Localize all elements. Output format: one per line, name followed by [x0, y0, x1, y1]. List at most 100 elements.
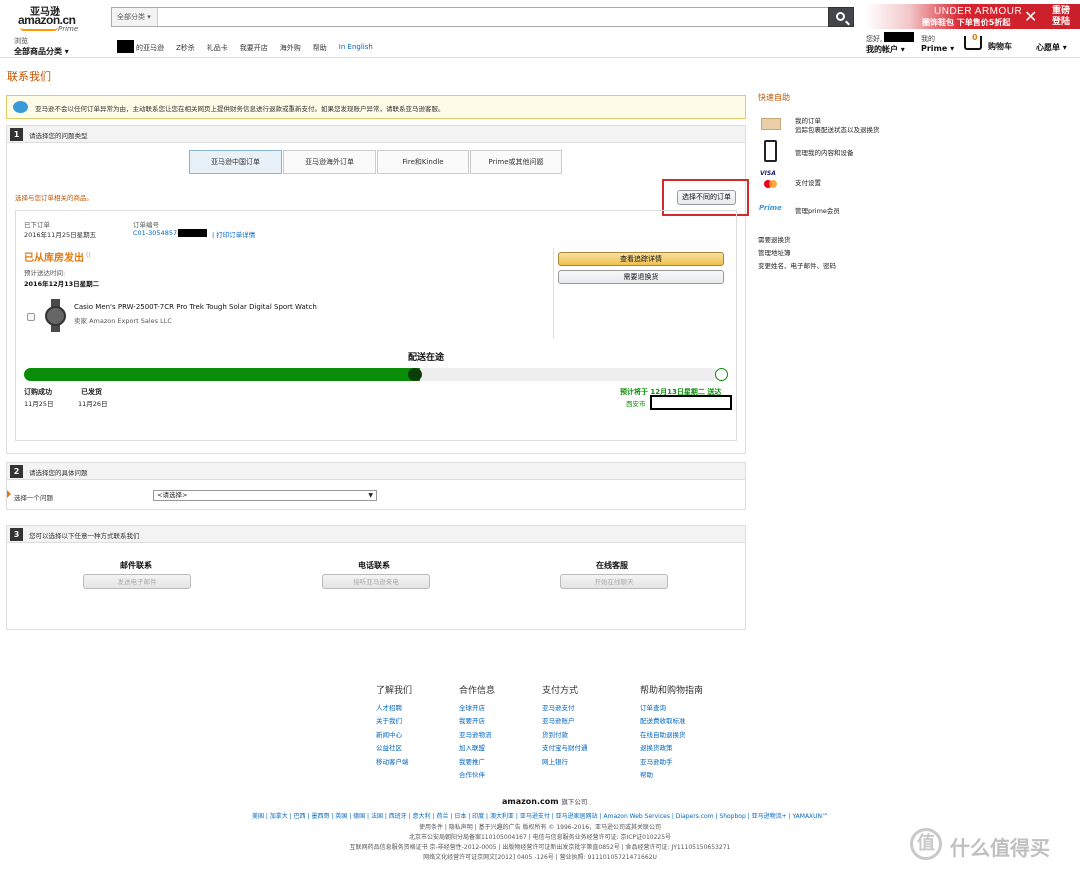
search-button[interactable] [828, 7, 854, 27]
footer-link[interactable]: 公益社区 [376, 742, 412, 755]
footer-link[interactable]: 加入联盟 [459, 742, 495, 755]
footer-link[interactable]: 我要开店 [459, 715, 495, 728]
search-input[interactable]: 全部分类 ▾ [111, 7, 854, 27]
send-email-button[interactable]: 发送电子邮件 [83, 574, 191, 589]
nav-link-sell[interactable]: 我要开店 [240, 43, 268, 53]
tab-overseas-order[interactable]: 亚马逊海外订单 [283, 150, 376, 174]
logo-smile-icon [20, 27, 58, 31]
select-product-hint: 选择与您订单相关的商品。 [15, 194, 93, 202]
step2-header: 2 请选择您的具体问题 [7, 463, 745, 480]
question-label: 选择一个问题 [14, 494, 53, 502]
footer-link[interactable]: 全球开店 [459, 702, 495, 715]
footer-link[interactable]: 移动客户端 [376, 756, 412, 769]
tab-amazon-china-order[interactable]: 亚马逊中国订单 [189, 150, 282, 174]
chat-contact-heading: 在线客服 [596, 561, 628, 570]
start-chat-button[interactable]: 开始在线聊天 [560, 574, 668, 589]
footer-link[interactable]: 订单查询 [640, 702, 703, 715]
promo-banner[interactable]: UNDER ARMOUR 圈饰鞋包 下单售价5折起 ✕ 重磅登陆 [866, 4, 1080, 29]
device-icon [764, 140, 777, 162]
sidebar-item-prime[interactable]: Prime 管理prime会员 [758, 202, 908, 216]
product-title[interactable]: Casio Men's PRW-2500T-7CR Pro Trek Tough… [74, 303, 317, 311]
nav-link-english[interactable]: In English [339, 43, 373, 53]
step2-panel: 2 请选择您的具体问题 [6, 462, 746, 510]
footer-link[interactable]: 关于我们 [376, 715, 412, 728]
footer-col-about: 了解我们 人才招聘 关于我们 新闻中心 公益社区 移动客户端 [376, 683, 412, 769]
tab-prime-other[interactable]: Prime或其他问题 [470, 150, 562, 174]
email-contact-heading: 邮件联系 [120, 561, 152, 570]
order-date: 2016年11月25日星期五 [24, 231, 97, 239]
footer-link[interactable]: 人才招聘 [376, 702, 412, 715]
footer-link[interactable]: 网上银行 [542, 756, 588, 769]
speech-bubble-icon [13, 101, 28, 113]
footer-col-payment: 支付方式 亚马逊支付 亚马逊账户 货到付款 支付宝与财付通 网上银行 [542, 683, 588, 769]
change-order-button[interactable]: 选择不同的订单 [677, 190, 736, 205]
footer-link[interactable]: 亚马逊账户 [542, 715, 588, 728]
footer-link[interactable]: 亚马逊支付 [542, 702, 588, 715]
shipment-status: 已从库房发出 [24, 253, 84, 264]
prime-icon: Prime [759, 204, 782, 212]
sidebar-item-devices[interactable]: 管理我的内容和设备 [758, 140, 908, 164]
footer-link[interactable]: 退换货政策 [640, 742, 703, 755]
footer-link[interactable]: 帮助 [640, 769, 703, 782]
prime-menu[interactable]: 我的 Prime ▾ [921, 34, 954, 53]
product-checkbox[interactable] [27, 313, 35, 321]
sidebar-link-returns[interactable]: 需要退换货 [758, 234, 791, 244]
footer-link[interactable]: 支付宝与财付通 [542, 742, 588, 755]
footer-link[interactable]: 我要推广 [459, 756, 495, 769]
nav-links: 的亚马逊 Z秒杀 礼品卡 我要开店 海外购 帮助 In English [136, 43, 385, 53]
nav-link-my-amazon[interactable]: 的亚马逊 [136, 43, 164, 53]
print-order-details-link[interactable]: | 打印订单详情 [212, 229, 255, 239]
eta-label: 预计送达时间: [24, 269, 66, 277]
order-number[interactable]: C01-3054857- [133, 229, 179, 237]
arrow-marker-icon [7, 490, 11, 498]
footer-link[interactable]: 亚马逊助手 [640, 756, 703, 769]
milestone-ordered-date: 11月25日 [24, 400, 54, 408]
footer-amazon-logo[interactable]: amazon.com 旗下公司 [502, 796, 587, 806]
eta-date: 2016年12月13日星期二 [24, 280, 100, 288]
redacted-address [650, 395, 732, 410]
step1-number: 1 [10, 128, 23, 141]
return-button[interactable]: 需要退换货 [558, 270, 724, 284]
sidebar-item-orders[interactable]: 我的订单 追踪包裹配送状态以及退换货 [758, 113, 908, 135]
watermark-text: 什么值得买 [950, 836, 1050, 860]
card-icon: VISA [760, 170, 776, 177]
search-icon [836, 12, 845, 21]
step3-number: 3 [10, 528, 23, 541]
page-title: 联系我们 [7, 70, 51, 83]
footer-link[interactable]: 合作伙伴 [459, 769, 495, 782]
seller-name: 卖家 Amazon Export Sales LLC [74, 317, 172, 325]
request-call-button[interactable]: 接听亚马逊来电 [322, 574, 430, 589]
tab-fire-kindle[interactable]: Fire和Kindle [377, 150, 469, 174]
cart-label: 购物车 [988, 42, 1012, 51]
footer-col-partners: 合作信息 全球开店 我要开店 亚马逊物流 加入联盟 我要推广 合作伙伴 [459, 683, 495, 782]
nav-link-deals[interactable]: Z秒杀 [176, 43, 195, 53]
step2-title: 请选择您的具体问题 [29, 469, 88, 477]
sidebar-link-account-settings[interactable]: 变更姓名、电子邮件、密码 [758, 260, 836, 270]
sidebar-link-address-book[interactable]: 管理地址簿 [758, 247, 791, 257]
footer-link[interactable]: 货到付款 [542, 729, 588, 742]
footer-link[interactable]: 在线自助退换货 [640, 729, 703, 742]
nav-link-gift-card[interactable]: 礼品卡 [207, 43, 228, 53]
footer-link[interactable]: 亚马逊物流 [459, 729, 495, 742]
track-package-button[interactable]: 查看追踪详情 [558, 252, 724, 266]
under-armour-logo-icon: ✕ [1024, 7, 1038, 26]
footer-link[interactable]: 新闻中心 [376, 729, 412, 742]
browse-categories[interactable]: 浏览 全部商品分类 ▾ [14, 36, 69, 57]
box-icon [761, 118, 781, 130]
site-header: 亚马逊 amazon.cn Prime 全部分类 ▾ UNDER ARMOUR … [0, 0, 1080, 58]
sidebar-item-payment[interactable]: VISA 支付设置 [758, 170, 908, 192]
footer-country-links[interactable]: 美国 | 加拿大 | 巴西 | 墨西哥 | 英国 | 德国 | 法国 | 西班牙… [0, 811, 1080, 820]
delivery-city: 西安市 [626, 400, 646, 408]
search-category-dropdown[interactable]: 全部分类 ▾ [112, 8, 158, 26]
milestone-shipped-date: 11月26日 [78, 400, 108, 408]
wishlist-menu[interactable]: 心愿单 ▾ [1036, 42, 1067, 53]
alert-text: 亚马逊不会以任何订单异常为由，主动联系您让您在相关网页上提供财务信息进行退款或重… [35, 105, 445, 113]
nav-link-help[interactable]: 帮助 [313, 43, 327, 53]
milestone-ordered-label: 订购成功 [24, 388, 52, 396]
question-select[interactable]: <请选择> ▼ [153, 490, 377, 501]
amazon-logo[interactable]: 亚马逊 amazon.cn Prime [16, 3, 96, 33]
step3-header: 3 您可以选择以下任意一种方式联系我们 [7, 526, 745, 543]
cart-count: 0 [972, 33, 978, 42]
footer-link[interactable]: 配送费收取标准 [640, 715, 703, 728]
nav-link-global[interactable]: 海外购 [280, 43, 301, 53]
